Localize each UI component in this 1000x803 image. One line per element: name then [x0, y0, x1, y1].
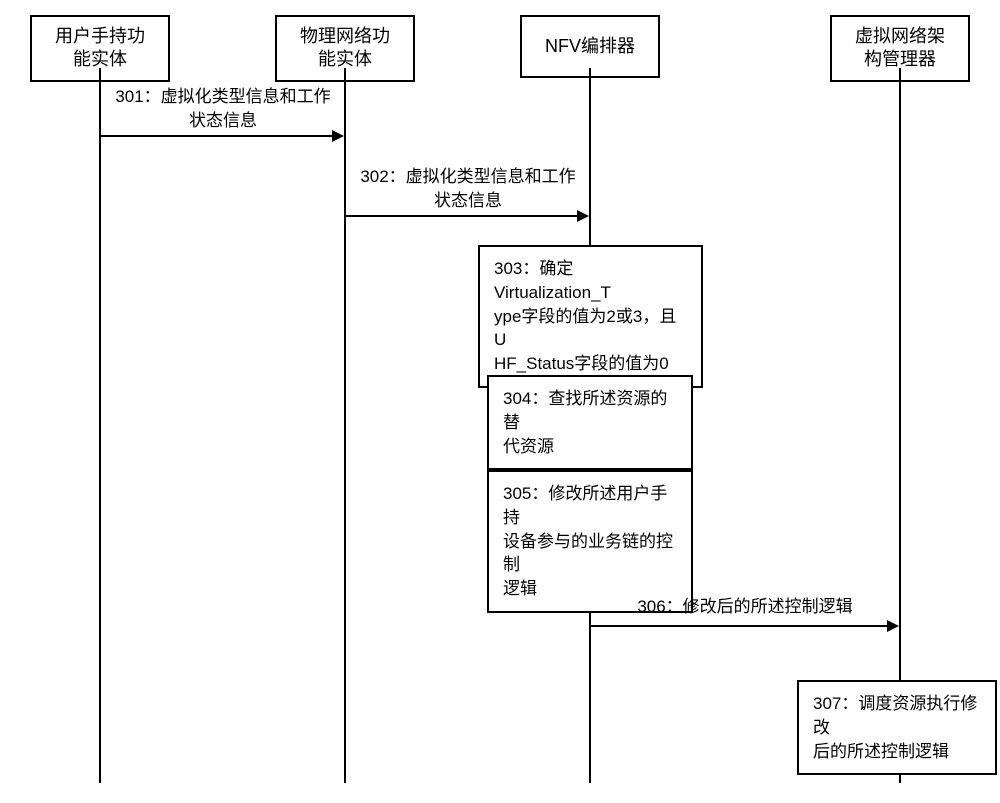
- message-306-arrowhead: [887, 620, 899, 632]
- message-301-arrowhead: [332, 130, 344, 142]
- process-303: 303：确定Virtualization_Type字段的值为2或3，且UHF_S…: [478, 245, 703, 388]
- lifeline-p4: [899, 68, 901, 783]
- process-304: 304：查找所述资源的替代资源: [487, 375, 693, 470]
- message-306-label: 306：修改后的所述控制逻辑: [610, 595, 880, 619]
- process-304-text: 304：查找所述资源的替代资源: [503, 389, 667, 456]
- message-306-arrow: [591, 625, 887, 627]
- participant-label: 物理网络功能实体: [300, 26, 390, 69]
- participant-label: 用户手持功能实体: [55, 26, 145, 69]
- message-301-arrow: [101, 135, 332, 137]
- message-302-arrowhead: [577, 210, 589, 222]
- process-305-text: 305：修改所述用户手持设备参与的业务链的控制逻辑: [503, 484, 673, 598]
- process-303-text: 303：确定Virtualization_Type字段的值为2或3，且UHF_S…: [494, 259, 676, 373]
- message-301-label: 301：虚拟化类型信息和工作状态信息: [103, 85, 343, 133]
- participant-label: 虚拟网络架构管理器: [855, 26, 945, 69]
- sequence-diagram: 用户手持功能实体 物理网络功能实体 NFV编排器 虚拟网络架构管理器 301：虚…: [0, 0, 1000, 803]
- process-307: 307：调度资源执行修改后的所述控制逻辑: [797, 680, 997, 775]
- message-302-arrow: [346, 215, 577, 217]
- participant-label: NFV编排器: [545, 36, 635, 56]
- lifeline-p1: [99, 68, 101, 783]
- lifeline-p2: [344, 68, 346, 783]
- process-305: 305：修改所述用户手持设备参与的业务链的控制逻辑: [487, 470, 693, 613]
- message-302-label: 302：虚拟化类型信息和工作状态信息: [348, 165, 588, 213]
- process-307-text: 307：调度资源执行修改后的所述控制逻辑: [813, 694, 977, 761]
